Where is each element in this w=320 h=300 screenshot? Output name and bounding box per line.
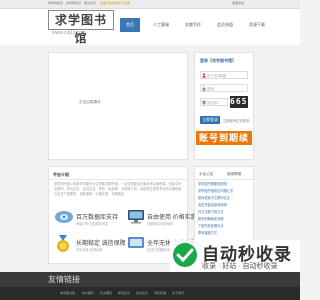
nav-item-support[interactable]: 人工客服: [148, 18, 174, 32]
feature-database: 百万数据库支持 海量中外文数据库资源: [76, 212, 118, 226]
watermark-tagline: 收录 · 好站 · 自动秒收录: [202, 263, 278, 270]
list-item[interactable]: 账号到期续费流程: [198, 216, 250, 223]
platform-intro-text: 求学图书馆以收录学术期刊为主的数字图书馆，一站式检索百万级学术文献资源，包括中外…: [54, 182, 182, 196]
tagline-part: 自动: [242, 263, 257, 270]
login-title: 登录【求学图书馆】: [200, 58, 236, 63]
captcha-placeholder: 验证码: [207, 101, 218, 105]
divider: [195, 179, 253, 180]
topbar-link-favorite[interactable]: 收藏本站: [232, 1, 244, 5]
list-item[interactable]: 求学图书馆使用说明: [198, 181, 250, 188]
topbar-link-home[interactable]: 求学网首页: [48, 1, 63, 5]
tab-help[interactable]: 使用帮助: [227, 172, 241, 177]
news-list: 求学图书馆使用说明 求学图书馆常见问题汇总 如何检索中文期刊论文 会员充值及续费…: [198, 181, 250, 237]
footer-link[interactable]: 专利标准: [154, 291, 166, 295]
site-logo[interactable]: 求学图书馆 www.cxj11.com: [48, 10, 114, 45]
friend-links-title: 友情链接: [48, 275, 80, 284]
username-placeholder: 用户名/邮箱: [207, 74, 226, 78]
lock-icon: [202, 85, 206, 91]
tagline-part: 好站: [222, 263, 237, 270]
topbar-link-contact[interactable]: 联系我们: [84, 1, 96, 5]
feature-pricing: 自由使用 价格实惠 自助服务 随时使用: [147, 212, 197, 226]
feature-stability: 长期稳定 诚信保障 多年运营 值得信赖: [76, 238, 126, 252]
tagline-part: 收录: [202, 263, 216, 270]
medal-icon: [55, 235, 71, 258]
register-link[interactable]: 注册账号: [223, 118, 237, 123]
feature-pricing-sub: 自助服务 随时使用: [147, 222, 174, 226]
feature-database-title: 百万数据库支持: [76, 215, 119, 221]
shield-icon: [202, 100, 206, 105]
list-item[interactable]: 联系客服方式: [198, 230, 250, 237]
divider: [49, 179, 187, 180]
footer-link[interactable]: 外文期刊: [100, 291, 112, 295]
platform-intro-title: 平台介绍: [53, 172, 69, 177]
friend-links-strip: 求学图书馆 中文期刊 外文期刊 学位论文 会议论文 专利标准 关于我们: [0, 287, 300, 300]
tab-announcements[interactable]: 平台公告: [199, 172, 213, 177]
login-button[interactable]: 立即登录: [200, 116, 220, 124]
footer-link[interactable]: 会议论文: [136, 291, 148, 295]
service-icon: [127, 235, 145, 256]
captcha-image[interactable]: 6656: [230, 96, 252, 108]
feature-stability-sub: 多年运营 值得信赖: [76, 248, 103, 252]
module-error-text: 无法加载模块: [79, 100, 101, 104]
footer-link[interactable]: 中文期刊: [82, 291, 94, 295]
nav-item-home[interactable]: 首页: [120, 18, 140, 32]
database-icon: [54, 209, 74, 230]
nav-item-download[interactable]: 资源下载: [244, 18, 270, 32]
list-item[interactable]: 下载失败处理办法: [198, 223, 250, 230]
site-footer: 友情链接 求学图书馆 中文期刊 外文期刊 学位论文 会议论文 专利标准 关于我们: [0, 272, 300, 300]
footer-link[interactable]: 求学图书馆: [60, 291, 75, 295]
captcha-input[interactable]: 验证码: [200, 98, 228, 106]
password-input[interactable]: 密码: [200, 84, 248, 92]
list-item[interactable]: 会员充值及续费说明: [198, 202, 250, 209]
renew-account-banner[interactable]: 账号到期续费: [196, 131, 252, 157]
user-icon: [202, 73, 206, 78]
list-item[interactable]: 外文文献下载方法: [198, 209, 250, 216]
tagline-part: 秒收录: [256, 263, 278, 270]
forgot-password-link[interactable]: 忘记密码: [236, 118, 250, 123]
topbar-link-member[interactable]: 求学网会员: [66, 1, 81, 5]
logo-url: www.cxj11.com: [52, 30, 87, 36]
logo-title: 求学图书馆: [48, 10, 114, 45]
nav-item-writing[interactable]: 文献写作: [180, 18, 206, 32]
password-placeholder: 密码: [207, 87, 215, 91]
watermark-logo-icon: [172, 242, 198, 273]
top-utility-bar: 求学网首页 求学网会员 联系我们 全面为您提供学习资源 收藏本站: [0, 0, 300, 9]
footer-link[interactable]: 关于我们: [172, 291, 184, 295]
monitor-icon: [127, 209, 145, 230]
list-item[interactable]: 如何检索中文期刊论文: [198, 195, 250, 202]
topbar-slogan: 全面为您提供学习资源: [100, 1, 131, 5]
platform-intro-panel: 平台介绍 求学图书馆以收录学术期刊为主的数字图书馆，一站式检索百万级学术文献资源…: [48, 166, 197, 264]
feature-pricing-title: 自由使用 价格实惠: [147, 215, 197, 221]
module-panel: 无法加载模块: [48, 52, 188, 160]
watermark-overlay: 自动秒收录 收录 · 好站 · 自动秒收录: [170, 240, 300, 272]
nav-item-recharge[interactable]: 会员充值: [212, 18, 238, 32]
username-input[interactable]: 用户名/邮箱: [200, 71, 248, 79]
footer-link[interactable]: 学位论文: [118, 291, 130, 295]
feature-database-sub: 海量中外文数据库资源: [76, 222, 108, 226]
feature-stability-title: 长期稳定 诚信保障: [76, 241, 126, 247]
list-item[interactable]: 求学图书馆常见问题汇总: [198, 188, 250, 195]
